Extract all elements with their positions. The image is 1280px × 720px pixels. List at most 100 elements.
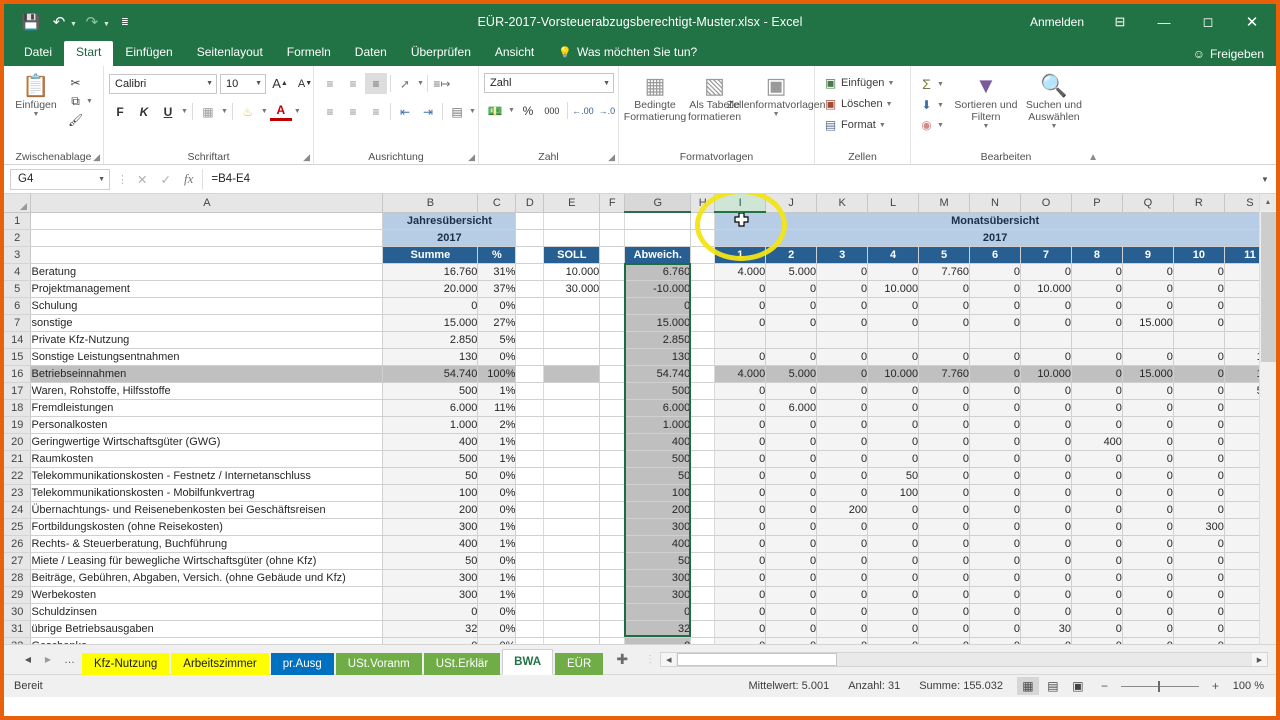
cell-monat-6[interactable]: 0	[970, 467, 1021, 484]
cell-h[interactable]	[691, 535, 715, 552]
cell-abweichung[interactable]: 2.850	[625, 331, 691, 348]
cell-abweichung[interactable]: 0	[625, 297, 691, 314]
cut-button[interactable]: ✂	[65, 75, 96, 91]
sort-filter-dropdown-icon[interactable]: ▼	[982, 123, 989, 131]
align-middle-icon[interactable]: ≡	[342, 73, 364, 94]
cell-h[interactable]	[691, 552, 715, 569]
cell-monat-6[interactable]: 0	[970, 348, 1021, 365]
cell-summe[interactable]: 16.760	[383, 263, 478, 280]
cell-monat-1[interactable]: 0	[715, 535, 766, 552]
column-header-c[interactable]: C	[478, 194, 516, 212]
cell-h[interactable]	[691, 501, 715, 518]
cell-prozent[interactable]: 100%	[478, 365, 516, 382]
cell-monat-4[interactable]: 0	[868, 263, 919, 280]
cell-label[interactable]: Werbekosten	[31, 586, 383, 603]
cell-monat-2[interactable]: 0	[766, 416, 817, 433]
cell-label[interactable]: Geschenke	[31, 637, 383, 644]
cell-monat-6[interactable]: 0	[970, 416, 1021, 433]
cell-soll[interactable]	[544, 399, 600, 416]
column-header-o[interactable]: O	[1021, 194, 1072, 212]
cell-label[interactable]: Telekommunikationskosten - Festnetz / In…	[31, 467, 383, 484]
cell-monat-6[interactable]: 0	[970, 535, 1021, 552]
find-select-button[interactable]: 🔍 Suchen und Auswählen ▼	[1021, 73, 1087, 131]
tab-start[interactable]: Start	[64, 41, 113, 66]
cell-monat-3[interactable]: 0	[817, 382, 868, 399]
cell-monat-7[interactable]: 0	[1021, 263, 1072, 280]
cell-monat-2[interactable]: 0	[766, 297, 817, 314]
cell-monat-1[interactable]: 0	[715, 382, 766, 399]
cell-label[interactable]: Beiträge, Gebühren, Abgaben, Versich. (o…	[31, 569, 383, 586]
font-name-combo[interactable]: Calibri ▼	[109, 74, 217, 94]
cell-monat-2[interactable]: 0	[766, 484, 817, 501]
clear-button[interactable]: ◉ ▼	[916, 117, 947, 133]
autosum-dropdown-icon[interactable]: ▼	[937, 81, 944, 88]
restore-icon[interactable]: ◻	[1186, 4, 1230, 40]
cell-monat-9[interactable]: 15.000	[1122, 314, 1173, 331]
cell-monat-1[interactable]: 0	[715, 586, 766, 603]
cell-monat-1[interactable]: 0	[715, 484, 766, 501]
cell-h[interactable]	[691, 518, 715, 535]
cancel-formula-icon[interactable]: ✕	[137, 172, 147, 187]
cell-abweichung[interactable]: 200	[625, 501, 691, 518]
font-color-dropdown-icon[interactable]: ▼	[294, 108, 301, 115]
cell-monat-6[interactable]: 0	[970, 263, 1021, 280]
cell-f[interactable]	[600, 280, 625, 297]
cell-monat-3[interactable]: 0	[817, 297, 868, 314]
page-break-view-icon[interactable]: ▣	[1067, 677, 1089, 695]
sheet-tab-kfz-nutzung[interactable]: Kfz-Nutzung	[82, 653, 169, 675]
cell-monat-1[interactable]: 0	[715, 314, 766, 331]
cell-monat-9[interactable]: 0	[1122, 552, 1173, 569]
cell-monat-3[interactable]: 0	[817, 569, 868, 586]
cell-monat-7[interactable]: 0	[1021, 297, 1072, 314]
underline-dropdown-icon[interactable]: ▼	[181, 108, 188, 115]
cell-prozent[interactable]: 1%	[478, 586, 516, 603]
column-header-l[interactable]: L	[868, 194, 919, 212]
tab-datei[interactable]: Datei	[12, 41, 64, 66]
cell-f[interactable]	[600, 297, 625, 314]
cell-f[interactable]	[600, 382, 625, 399]
cell-soll[interactable]	[544, 484, 600, 501]
column-header-g[interactable]: G	[625, 194, 691, 212]
cell-label[interactable]: Rechts- & Steuerberatung, Buchführung	[31, 535, 383, 552]
cell-abweichung[interactable]: 54.740	[625, 365, 691, 382]
cell-f[interactable]	[600, 348, 625, 365]
column-header-i[interactable]: I	[715, 194, 766, 212]
cell-monat-6[interactable]: 0	[970, 518, 1021, 535]
cell-monat-7[interactable]: 0	[1021, 467, 1072, 484]
cell-h[interactable]	[691, 365, 715, 382]
cell-monat-7[interactable]	[1021, 331, 1072, 348]
cell-monat-8[interactable]: 0	[1071, 450, 1122, 467]
cell-monat-2[interactable]: 0	[766, 467, 817, 484]
cell-abweichung[interactable]: 100	[625, 484, 691, 501]
jahresuebersicht-banner[interactable]: 2017	[383, 229, 516, 246]
cell-label[interactable]: Waren, Rohstoffe, Hilfsstoffe	[31, 382, 383, 399]
cell-f[interactable]	[600, 586, 625, 603]
cell-monat-5[interactable]: 0	[919, 314, 970, 331]
cell-monat-6[interactable]: 0	[970, 620, 1021, 637]
row-header-25[interactable]: 25	[4, 518, 31, 535]
cell-monat-6[interactable]: 0	[970, 297, 1021, 314]
cell-h[interactable]	[691, 263, 715, 280]
cell-monat-10[interactable]	[1173, 331, 1224, 348]
autosum-button[interactable]: Σ ▼	[916, 75, 947, 93]
cell-monat-5[interactable]: 7.760	[919, 263, 970, 280]
cell-monat-9[interactable]: 0	[1122, 382, 1173, 399]
name-box[interactable]: G4 ▼	[10, 169, 110, 190]
cell-monat-3[interactable]: 0	[817, 348, 868, 365]
row-header-14[interactable]: 14	[4, 331, 31, 348]
column-header-f[interactable]: F	[600, 194, 625, 212]
monatsuebersicht-banner[interactable]: Monatsübersicht	[715, 212, 1276, 229]
header-monat-4[interactable]: 4	[868, 246, 919, 263]
cell-monat-3[interactable]: 0	[817, 535, 868, 552]
format-cells-button[interactable]: ▤ Format ▼	[820, 117, 897, 133]
cell-monat-3[interactable]: 0	[817, 433, 868, 450]
align-top-icon[interactable]: ≡	[319, 73, 341, 94]
header-monat-7[interactable]: 7	[1021, 246, 1072, 263]
cell-monat-8[interactable]: 0	[1071, 314, 1122, 331]
cell-summe[interactable]: 2.850	[383, 331, 478, 348]
cell-d[interactable]	[516, 586, 544, 603]
align-bottom-icon[interactable]: ≡	[365, 73, 387, 94]
cell-monat-3[interactable]: 0	[817, 416, 868, 433]
fill-color-dropdown-icon[interactable]: ▼	[261, 108, 268, 115]
cell-monat-7[interactable]: 0	[1021, 433, 1072, 450]
